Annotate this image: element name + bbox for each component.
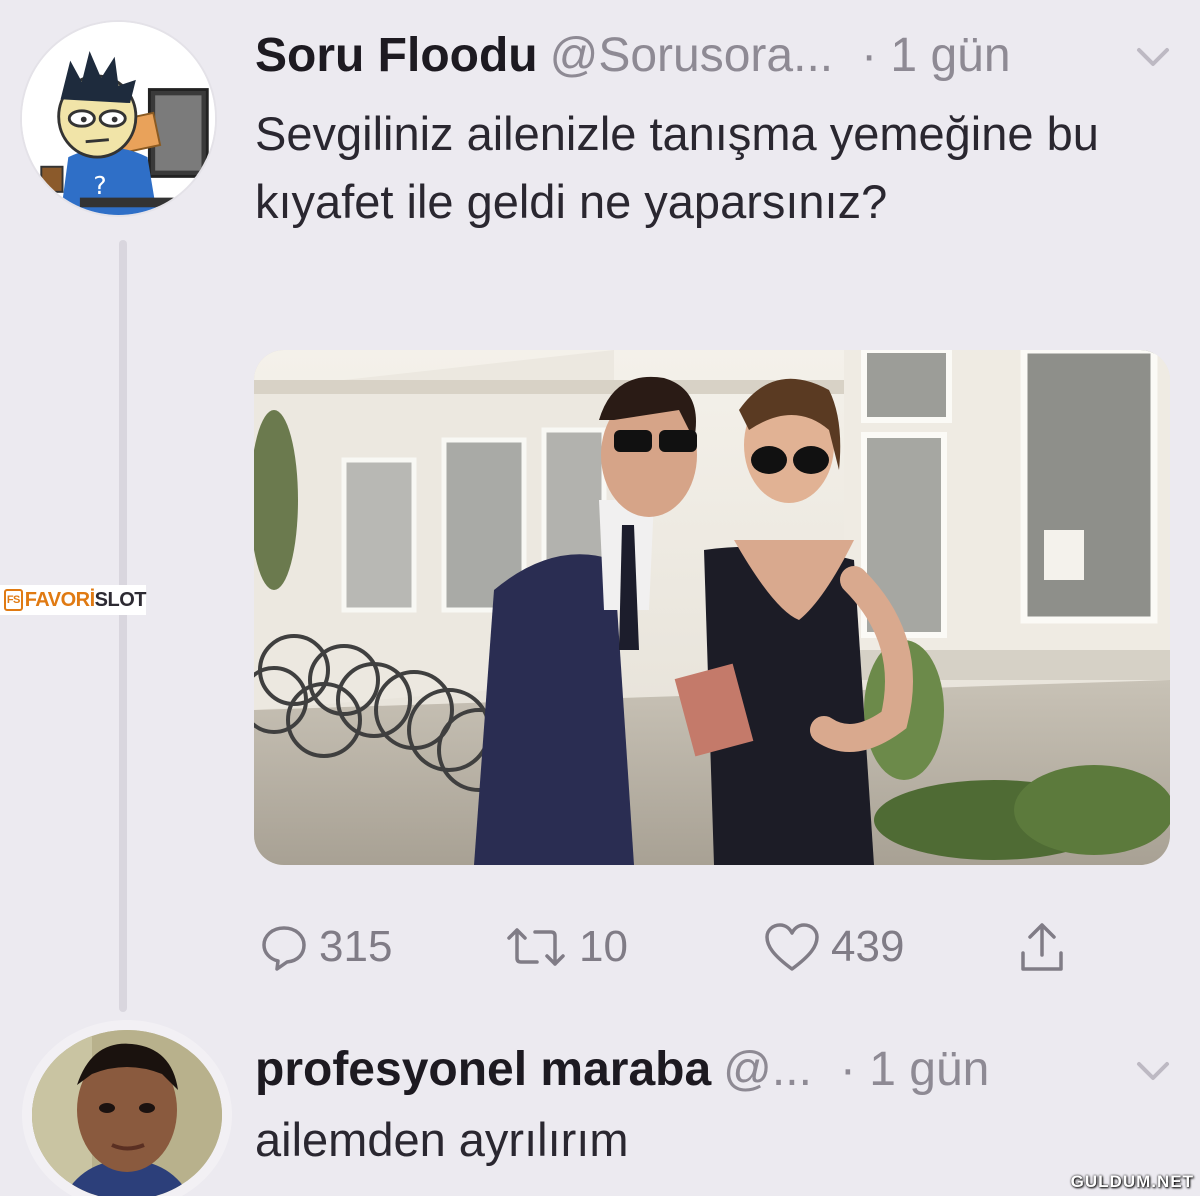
author-name[interactable]: Soru Floodu [255,26,538,86]
like-count: 439 [831,922,905,971]
speech-bubble-icon [262,926,306,971]
favorislot-watermark: FS FAVORİ SLOT [0,585,147,615]
tweet-photo[interactable] [254,350,1170,865]
reply-count: 315 [319,922,393,971]
chevron-down-icon[interactable] [1131,1054,1175,1090]
tweet-text: Sevgiliniz ailenizle tanışma yemeğine bu… [255,107,1099,228]
guldum-watermark: GULDUM.NET [1070,1172,1194,1191]
watermark-word-2: SLOT [94,588,147,611]
retweet-count: 10 [579,922,628,971]
author-avatar[interactable]: ? [20,20,217,217]
reply-text: ailemden ayrılırım [255,1113,629,1166]
reply-author-name[interactable]: profesyonel maraba [255,1040,711,1100]
reply-header: profesyonel maraba @... · 1 gün [255,1040,1175,1100]
reply-author-handle[interactable]: @... [723,1040,812,1100]
author-handle[interactable]: @Sorusora... [550,26,834,86]
retweet-arrows-icon [507,928,565,966]
chevron-down-icon[interactable] [1131,40,1175,76]
tweet-header: Soru Floodu @Sorusora... · 1 gün [255,26,1175,86]
heart-icon [765,923,819,971]
reply-timestamp[interactable]: · 1 gün [840,1040,989,1100]
share-button[interactable] [1017,912,1067,982]
tweet-timestamp[interactable]: · 1 gün [861,26,1010,86]
cartoon-avatar-image: ? [22,22,215,215]
boy-photo-avatar-image [32,1030,222,1196]
retweet-button[interactable]: 10 [503,912,628,982]
reply-button[interactable]: 315 [259,912,392,982]
couple-photo-image [254,350,1170,865]
thread-connector-line [119,240,127,1012]
like-button[interactable]: 439 [763,912,904,982]
fs-logo-icon: FS [4,589,23,611]
reply-author-avatar[interactable] [22,1020,232,1196]
share-upload-icon [1021,923,1063,971]
svg-text:?: ? [93,171,106,200]
watermark-word-1: FAVORİ [24,588,95,611]
tweet-actions: 315 10 439 [255,912,1135,982]
